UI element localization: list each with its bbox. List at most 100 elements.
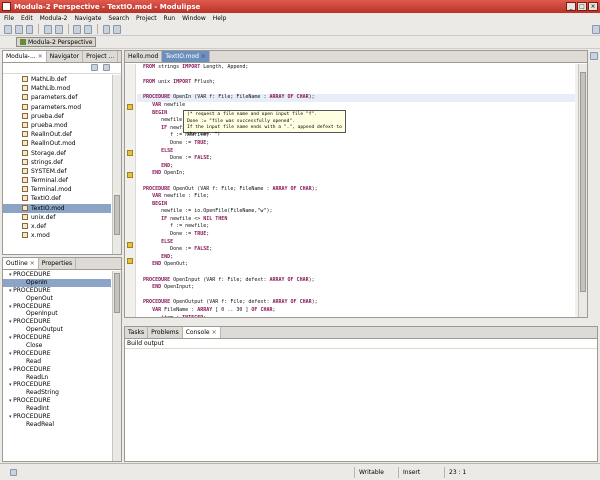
outline-procedure-node[interactable]: PROCEDURE xyxy=(3,397,111,405)
editor-scrollbar[interactable] xyxy=(578,64,587,317)
outline-procedure-node[interactable]: PROCEDURE xyxy=(3,366,111,374)
list-item[interactable]: prueba.def xyxy=(3,112,111,121)
menu-window[interactable]: Window xyxy=(182,15,206,22)
forward-icon[interactable] xyxy=(113,24,122,34)
outline-procedure-name[interactable]: OpenOutput xyxy=(3,326,111,334)
code-line: PROCEDURE OpenInput (VAR f: File; defext… xyxy=(137,277,575,285)
edit-icon[interactable] xyxy=(84,24,92,34)
list-item[interactable]: x.def xyxy=(3,222,111,231)
code-text[interactable]: FROM strings IMPORT Length, Append; FROM… xyxy=(137,64,575,317)
outline-procedure-node[interactable]: PROCEDURE xyxy=(3,271,111,279)
outline-procedure-name[interactable]: ReadReal xyxy=(3,421,111,429)
close-tab-icon[interactable]: × xyxy=(201,53,206,60)
list-item[interactable]: SYSTEM.def xyxy=(3,167,111,176)
maximize-button[interactable]: □ xyxy=(577,2,587,11)
outline-procedure-name[interactable]: OpenOut xyxy=(3,295,111,303)
close-tab-icon[interactable]: × xyxy=(38,53,43,60)
outline-procedure-node[interactable]: PROCEDURE xyxy=(3,413,111,421)
run-icon[interactable] xyxy=(54,24,63,34)
menu-edit[interactable]: Edit xyxy=(21,15,33,22)
list-item[interactable]: MathLib.def xyxy=(3,75,111,84)
list-item[interactable]: TextIO.def xyxy=(3,194,111,203)
code-token: f := newfile; xyxy=(137,223,210,230)
outline-procedure-name[interactable]: ReadInt xyxy=(3,405,111,413)
list-item[interactable]: x.mod xyxy=(3,231,111,240)
outline-procedure-node[interactable]: PROCEDURE xyxy=(3,318,111,326)
list-item[interactable]: Terminal.def xyxy=(3,176,111,185)
menu-search[interactable]: Search xyxy=(108,15,129,22)
close-tab-icon[interactable]: × xyxy=(212,329,217,336)
outline-procedure-name[interactable]: Close xyxy=(3,342,111,350)
outline-procedure-name[interactable]: Read xyxy=(3,358,111,366)
console-tabs: Tasks Problems Console × xyxy=(125,327,597,339)
list-item[interactable]: RealInOut.mod xyxy=(3,139,111,148)
tab-label: Problems xyxy=(151,329,179,336)
code-token: ; xyxy=(209,246,213,253)
outline-procedure-name[interactable]: ReadString xyxy=(3,389,111,397)
file-name: TextIO.def xyxy=(31,195,61,203)
new-icon[interactable] xyxy=(4,24,12,34)
list-item[interactable]: unix.def xyxy=(3,213,111,222)
code-token: IMPORT xyxy=(182,64,201,70)
list-item[interactable]: parameters.mod xyxy=(3,103,111,112)
collapse-all-icon[interactable] xyxy=(91,64,98,71)
link-editor-icon[interactable] xyxy=(103,64,110,71)
close-button[interactable]: × xyxy=(588,2,598,11)
list-item[interactable]: MathLib.mod xyxy=(3,84,111,93)
list-item[interactable]: prueba.mod xyxy=(3,121,111,130)
code-line: Done := TRUE; xyxy=(137,231,575,239)
tab-problems[interactable]: Problems xyxy=(148,327,183,338)
outline-procedure-node[interactable]: PROCEDURE xyxy=(3,350,111,358)
tab-tasks[interactable]: Tasks xyxy=(125,327,149,338)
tooltip-line: If the input file name ends with a ".", … xyxy=(187,125,342,137)
perspective-button[interactable]: Modula-2 Perspective xyxy=(16,37,97,47)
tab-hello-mod[interactable]: Hello.mod xyxy=(125,51,163,62)
list-item[interactable]: Storage.def xyxy=(3,149,111,158)
menu-modula-2[interactable]: Modula-2 xyxy=(40,15,68,22)
outline-procedure-node[interactable]: PROCEDURE xyxy=(3,381,111,389)
outline-procedure-node[interactable]: PROCEDURE xyxy=(3,303,111,311)
back-icon[interactable] xyxy=(102,24,111,34)
tab-modula[interactable]: Modula-... × xyxy=(3,51,47,62)
code-token: END xyxy=(161,162,171,169)
console-output[interactable] xyxy=(125,348,597,461)
list-item[interactable]: TextIO.mod xyxy=(3,203,111,213)
explorer-scrollbar[interactable] xyxy=(112,75,121,254)
outline-procedure-node[interactable]: PROCEDURE xyxy=(3,334,111,342)
menu-navigate[interactable]: Navigate xyxy=(74,15,101,22)
list-item[interactable]: parameters.def xyxy=(3,93,111,102)
tab-navigator[interactable]: Navigator xyxy=(47,51,84,62)
outline-label: PROCEDURE xyxy=(13,286,51,294)
outline-procedure-name[interactable]: ReadLn xyxy=(3,374,111,382)
tab-console[interactable]: Console × xyxy=(182,327,221,338)
list-item[interactable]: Terminal.mod xyxy=(3,185,111,194)
tab-project[interactable]: Project ... xyxy=(83,51,119,62)
list-item[interactable]: RealInOut.def xyxy=(3,130,111,139)
build-icon[interactable] xyxy=(44,24,52,34)
outline-procedure-name[interactable]: OpenInput xyxy=(3,310,111,318)
menu-project[interactable]: Project xyxy=(136,15,157,22)
menu-run[interactable]: Run xyxy=(164,15,176,22)
menu-help[interactable]: Help xyxy=(213,15,227,22)
print-icon[interactable] xyxy=(25,24,34,34)
outline-scrollbar[interactable] xyxy=(112,271,121,461)
tab-outline[interactable]: Outline × xyxy=(3,258,39,269)
code-token: ); xyxy=(308,276,315,283)
menu-file[interactable]: File xyxy=(4,15,14,22)
tab-properties[interactable]: Properties xyxy=(39,258,77,269)
outline-procedure-node[interactable]: PROCEDURE xyxy=(3,287,111,295)
tab-textio-mod[interactable]: TextIO.mod × xyxy=(162,51,210,62)
file-name: SYSTEM.def xyxy=(31,167,67,175)
search-icon[interactable] xyxy=(73,24,82,34)
outline-procedure-name[interactable]: OpenIn xyxy=(3,278,111,287)
minimize-view-icon[interactable] xyxy=(590,52,598,60)
minimize-button[interactable]: _ xyxy=(566,2,576,11)
list-item[interactable]: strings.def xyxy=(3,158,111,167)
save-icon[interactable] xyxy=(14,24,23,34)
open-perspective-icon[interactable] xyxy=(592,24,600,34)
file-icon xyxy=(22,103,28,110)
close-tab-icon[interactable]: × xyxy=(30,260,35,267)
code-line: END OpenInput; xyxy=(137,284,575,292)
fast-view-icon[interactable] xyxy=(10,468,17,476)
